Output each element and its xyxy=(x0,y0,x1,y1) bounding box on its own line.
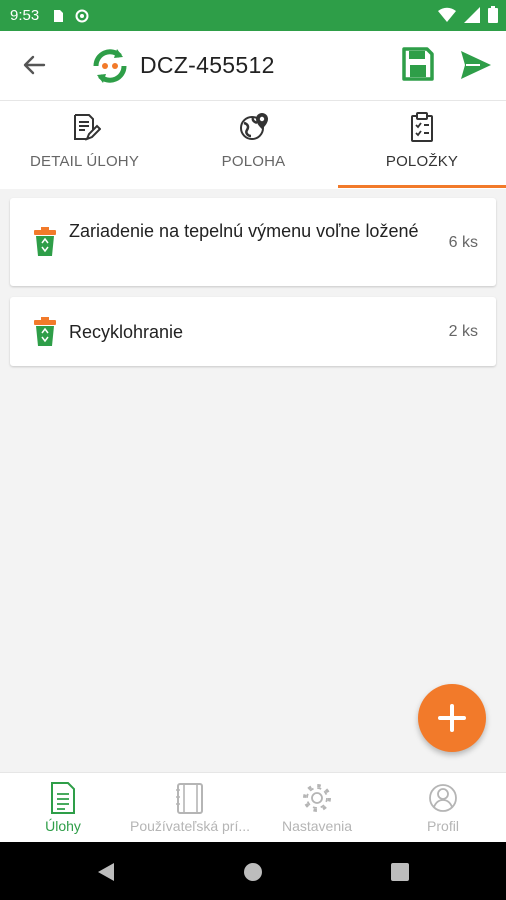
nav-label: Nastavenia xyxy=(281,818,353,834)
back-triangle-icon[interactable] xyxy=(96,862,116,882)
nav-label: Úlohy xyxy=(45,818,81,834)
item-name: Zariadenie na tepelnú výmenu voľne ložen… xyxy=(69,221,419,241)
save-icon[interactable] xyxy=(401,46,435,82)
system-navigation-bar xyxy=(0,842,506,900)
sd-card-icon xyxy=(54,9,64,22)
add-item-button[interactable] xyxy=(418,684,486,752)
back-arrow-icon[interactable] xyxy=(20,51,48,79)
recycle-bin-icon xyxy=(34,227,56,256)
user-icon xyxy=(429,784,457,812)
home-circle-icon[interactable] xyxy=(243,862,263,882)
nav-label: Profil xyxy=(427,818,459,834)
tab-bar: DETAIL ÚLOHY POLOHA POLOŽKY xyxy=(0,101,506,189)
bottom-navigation: Úlohy Používateľská prí... Nastavenia Pr… xyxy=(0,772,506,842)
tab-label: POLOHA xyxy=(221,153,286,170)
wifi-icon xyxy=(438,7,456,22)
nav-label: Používateľská prí... xyxy=(129,818,251,834)
recents-square-icon[interactable] xyxy=(391,863,409,881)
item-quantity: 2 ks xyxy=(448,323,478,340)
globe-pin-icon xyxy=(239,113,268,140)
clipboard-checklist-icon xyxy=(411,112,433,142)
page-title: DCZ-455512 xyxy=(140,52,275,78)
status-time: 9:53 xyxy=(10,7,40,24)
app-logo-icon xyxy=(93,49,127,83)
signal-icon xyxy=(464,6,480,23)
status-bar: 9:53 xyxy=(0,0,506,31)
document-edit-icon xyxy=(73,114,101,141)
list-item[interactable]: Zariadenie na tepelnú výmenu voľne ložen… xyxy=(10,198,496,286)
recycle-bin-icon xyxy=(34,317,56,346)
tab-detail-ulohy[interactable]: DETAIL ÚLOHY xyxy=(0,101,169,189)
item-name: Recyklohranie xyxy=(69,322,184,342)
document-list-icon xyxy=(51,782,75,814)
app-bar: DCZ-455512 xyxy=(0,31,506,101)
tab-label: POLOŽKY xyxy=(385,153,459,170)
tab-polozky[interactable]: POLOŽKY xyxy=(338,101,506,189)
gear-icon xyxy=(303,784,331,812)
plus-icon xyxy=(438,704,466,732)
tab-poloha[interactable]: POLOHA xyxy=(169,101,338,189)
nav-profil[interactable]: Profil xyxy=(380,773,506,843)
data-saver-icon xyxy=(75,9,89,22)
notebook-icon xyxy=(176,783,203,814)
send-icon[interactable] xyxy=(459,49,493,81)
active-tab-indicator xyxy=(338,185,506,188)
tab-label: DETAIL ÚLOHY xyxy=(29,153,140,170)
list-item[interactable]: Recyklohranie 2 ks xyxy=(10,297,496,366)
nav-ulohy[interactable]: Úlohy xyxy=(0,773,126,843)
battery-icon xyxy=(488,6,498,23)
item-quantity: 6 ks xyxy=(448,234,478,251)
nav-nastavenia[interactable]: Nastavenia xyxy=(254,773,380,843)
nav-pouzivatelska-prirucka[interactable]: Používateľská prí... xyxy=(126,773,254,843)
